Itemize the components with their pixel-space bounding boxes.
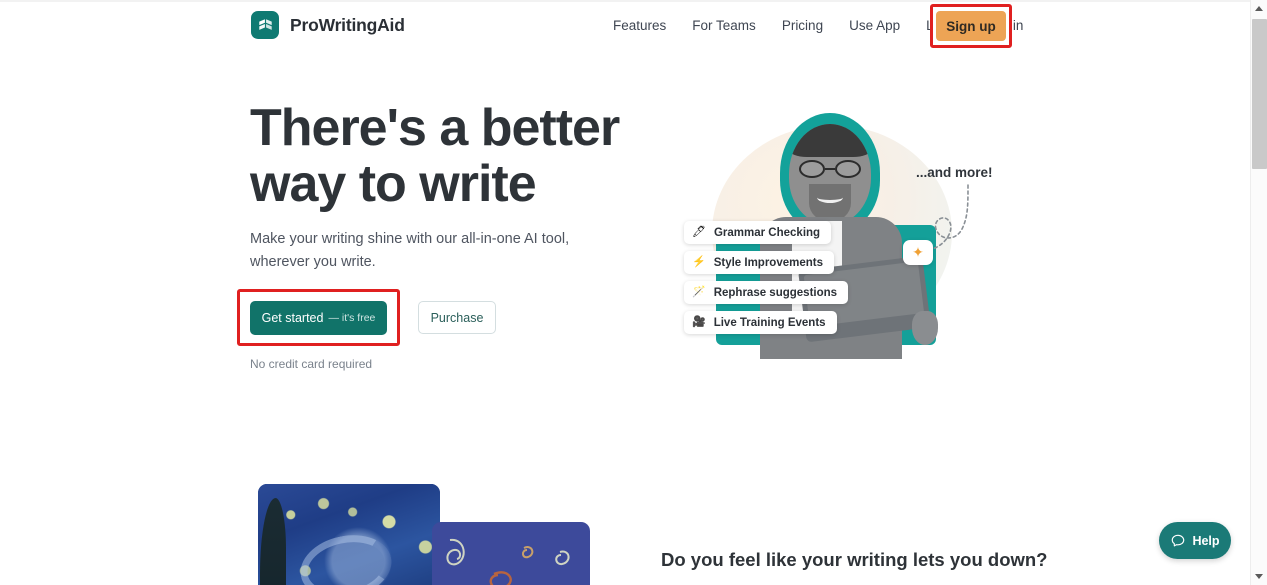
purchase-button[interactable]: Purchase	[418, 301, 496, 334]
chat-bubble-icon	[1172, 534, 1185, 546]
person-smile	[817, 192, 843, 203]
feature-pill-grammar-checking: 🖊 Grammar Checking	[684, 221, 832, 244]
site-header: ProWritingAid Features For Teams Pricing…	[0, 2, 1250, 49]
feature-pill-rephrase-suggestions: 🪄 Rephrase suggestions	[684, 281, 849, 304]
feature-pill-label: Grammar Checking	[713, 226, 821, 239]
blue-doodle-card	[432, 522, 590, 585]
hero-title-line-2: way to write	[250, 155, 537, 214]
scrollbar-thumb[interactable]	[1252, 19, 1267, 169]
get-started-label: Get started	[261, 310, 324, 325]
feature-pill-list: 🖊 Grammar Checking ⚡ Style Improvements …	[684, 221, 849, 334]
feature-pill-label: Live Training Events	[713, 316, 826, 329]
help-widget-button[interactable]: Help	[1159, 522, 1231, 559]
hero-title-line-1: There's a better	[250, 99, 620, 157]
page-viewport: ProWritingAid Features For Teams Pricing…	[0, 0, 1250, 585]
nav-item-for-teams[interactable]: For Teams	[679, 12, 769, 39]
feature-pill-label: Style Improvements	[713, 256, 823, 269]
person-hand	[912, 311, 938, 345]
starry-night-painting	[258, 484, 440, 585]
section-heading: Do you feel like your writing lets you d…	[661, 549, 1048, 570]
no-credit-card-note: No credit card required	[250, 357, 373, 371]
scroll-up-arrow-icon[interactable]	[1251, 0, 1267, 17]
get-started-highlight-box: Get started — it's free	[237, 289, 400, 346]
page-title: There's a better way to write	[250, 100, 650, 212]
hero-subtitle: Make your writing shine with our all-in-…	[250, 231, 570, 271]
vertical-scrollbar[interactable]	[1250, 0, 1267, 585]
help-widget-label: Help	[1192, 533, 1220, 548]
feature-pill-live-training-events: 🎥 Live Training Events	[684, 311, 837, 334]
scroll-down-arrow-icon[interactable]	[1251, 568, 1267, 585]
browser-page: ProWritingAid Features For Teams Pricing…	[0, 0, 1267, 585]
doodle-spirals-icon	[446, 538, 570, 585]
feature-pill-label: Rephrase suggestions	[713, 286, 838, 299]
hero-illustration: ✦ ...and more! 🖊 Grammar Checking ⚡ Styl…	[650, 95, 1050, 375]
sign-up-button[interactable]: Sign up	[936, 11, 1006, 41]
curly-arrow-icon	[931, 184, 969, 250]
hero-cta-row: Get started — it's free Purchase	[237, 289, 496, 346]
glasses-icon	[797, 160, 863, 178]
person-hair	[789, 124, 871, 157]
nav-item-use-app[interactable]: Use App	[836, 12, 913, 39]
feature-pill-style-improvements: ⚡ Style Improvements	[684, 251, 834, 274]
brand-name: ProWritingAid	[290, 14, 405, 35]
video-camera-icon: 🎥	[692, 316, 706, 328]
brand-logo-link[interactable]: ProWritingAid	[251, 11, 405, 39]
and-more-annotation: ...and more!	[916, 165, 993, 180]
sign-up-highlight-box: Sign up	[930, 4, 1012, 48]
lightning-icon: ⚡	[692, 256, 706, 268]
book-logo-icon	[251, 11, 279, 39]
get-started-free-label: — it's free	[328, 311, 376, 324]
get-started-button[interactable]: Get started — it's free	[250, 300, 387, 335]
nav-item-features[interactable]: Features	[600, 12, 679, 39]
magic-wand-icon: 🪄	[692, 286, 706, 298]
pencil-icon: 🖊	[692, 226, 706, 238]
nav-item-pricing[interactable]: Pricing	[769, 12, 836, 39]
person-head	[789, 124, 871, 224]
